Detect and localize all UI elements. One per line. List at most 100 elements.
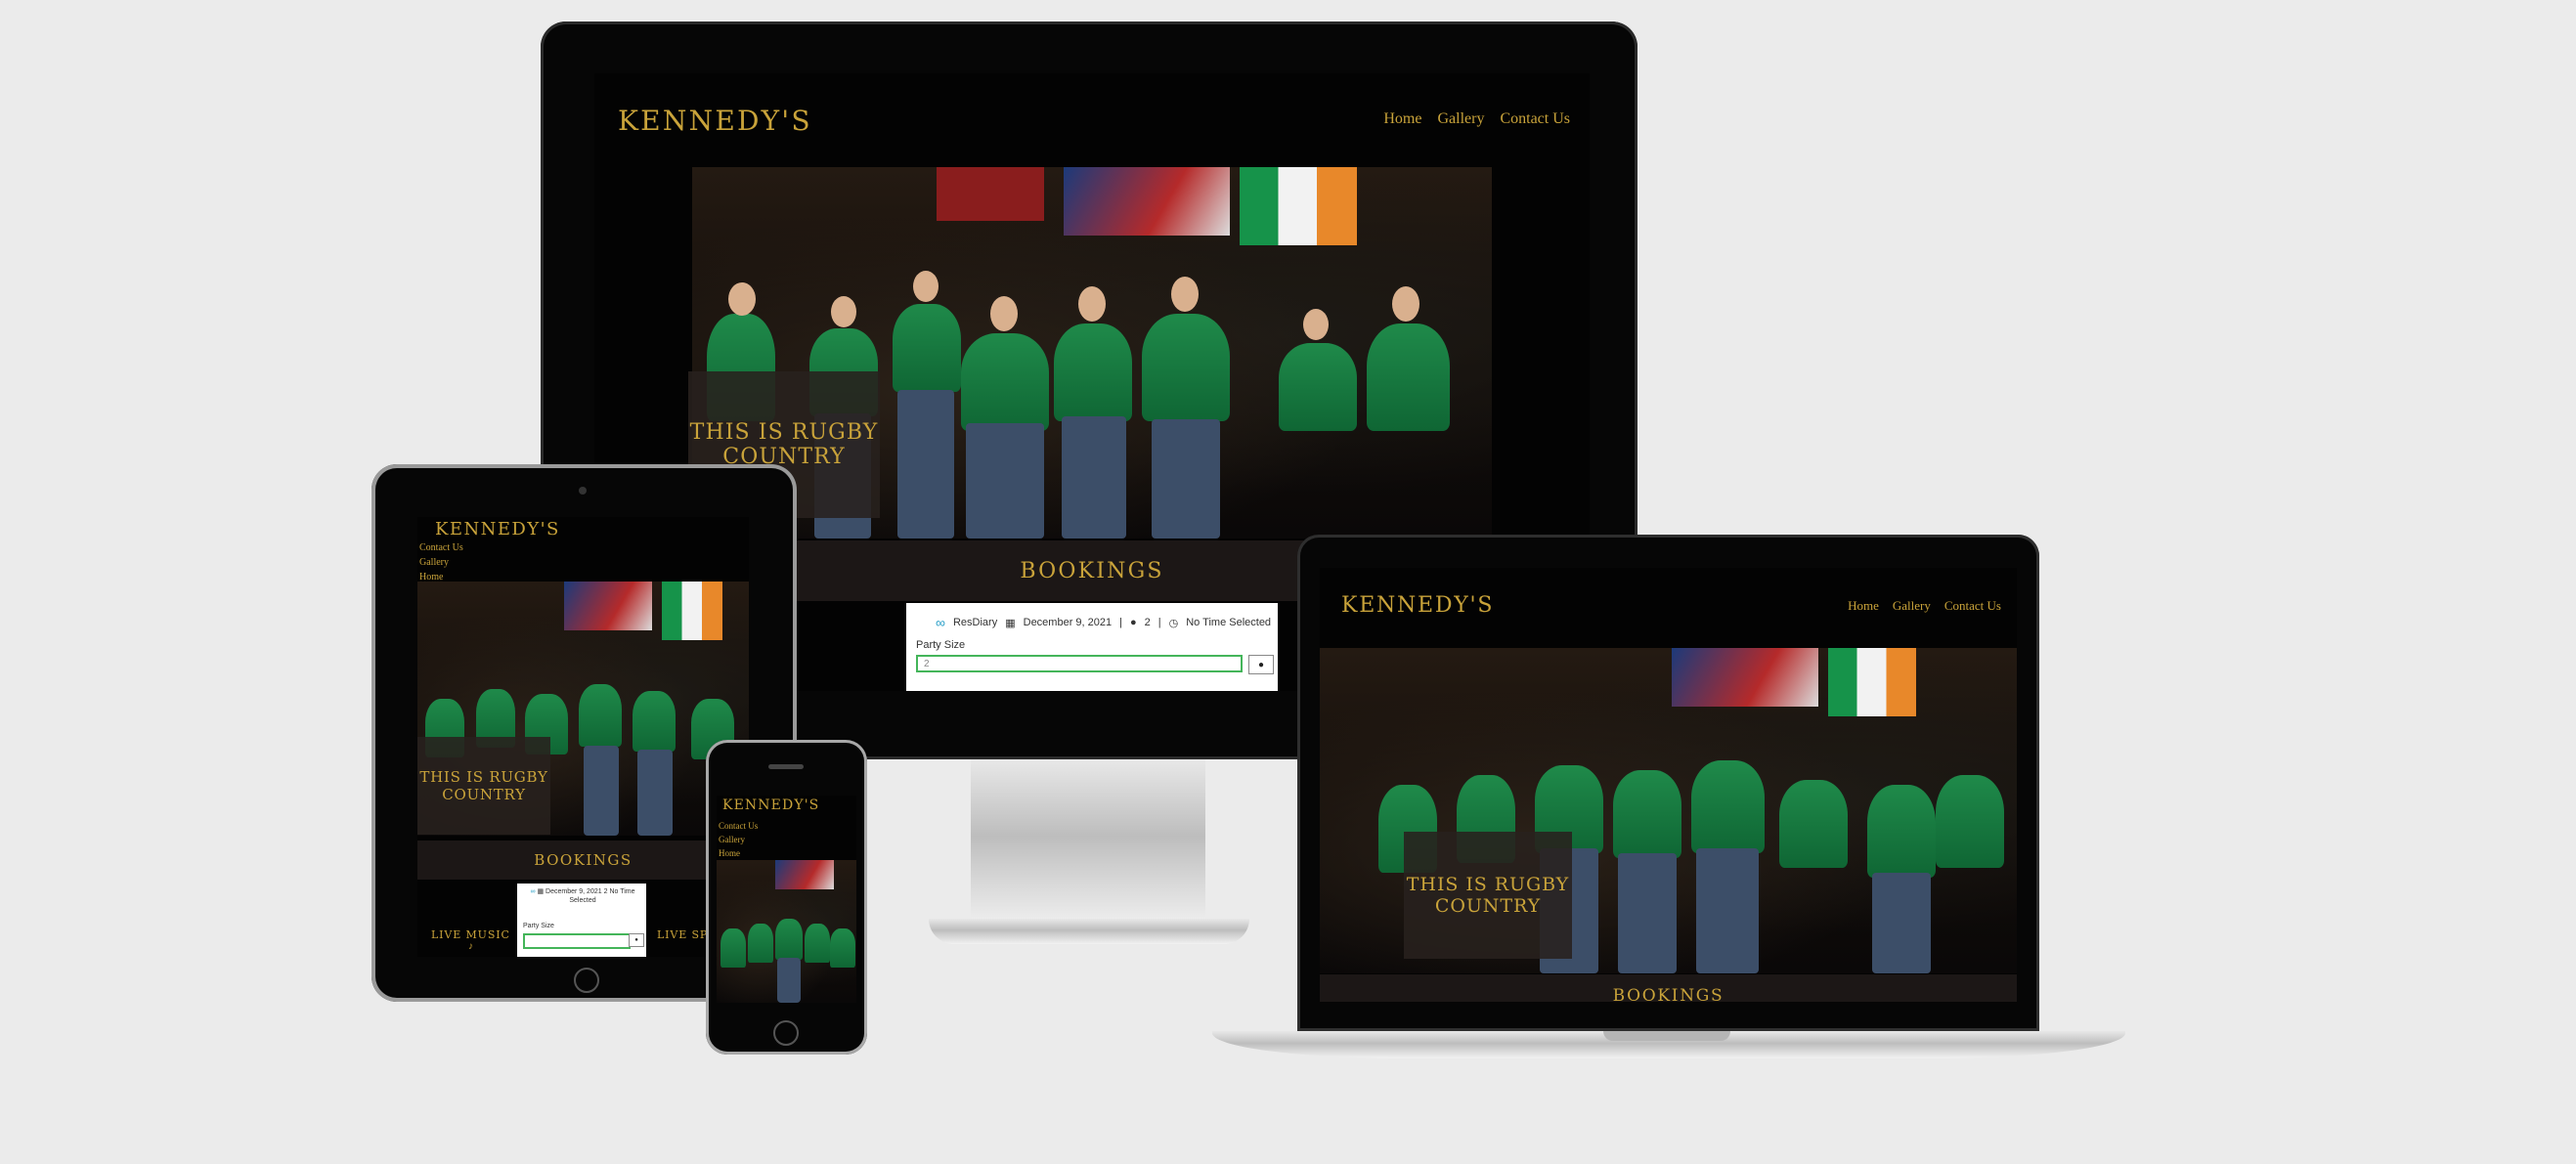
calendar-icon: ▦ [1005,617,1016,629]
player [1867,785,1936,878]
flag-banner [1064,167,1230,236]
hero-title-line1: THIS IS RUGBY [1406,874,1570,895]
laptop-nav: Home Gallery Contact Us [1848,598,2001,614]
jeans [966,423,1044,539]
laptop-screen: KENNEDY'S Home Gallery Contact Us THIS I… [1320,568,2017,1002]
player-head [728,282,756,316]
bookings-heading: BOOKINGS [1612,986,1725,1002]
laptop-notch [1603,1031,1730,1041]
jeans [897,390,954,539]
party-size-input[interactable]: 2 [916,655,1243,672]
music-note-icon: ♪ [468,941,473,952]
player [1936,775,2004,868]
flag-banner [1672,648,1818,707]
tablet-brand[interactable]: KENNEDY'S [435,519,560,539]
site-brand[interactable]: KENNEDY'S [618,105,812,137]
player [1367,323,1450,431]
hero-title-line1: THIS IS RUGBY [419,768,548,786]
nav-gallery[interactable]: Gallery [719,833,758,846]
live-sport-label: LIVE SP [657,928,709,941]
jeans [1696,848,1759,973]
player [893,304,961,392]
widget-party-count[interactable]: 2 [1145,617,1151,628]
jeans [777,958,801,1003]
widget-date[interactable]: December 9, 2021 [1024,617,1113,628]
player [1779,780,1848,868]
player-head [913,271,939,302]
widget-provider: ResDiary [952,617,998,628]
phone-home-button[interactable] [773,1020,799,1046]
booking-widget: ∞ ResDiary ▦ December 9, 2021 | ● 2 | ◷ … [906,603,1278,691]
nav-gallery[interactable]: Gallery [419,555,463,570]
main-nav: Home Gallery Contact Us [1383,110,1570,128]
flag-banner [775,860,834,889]
tablet-bookings-band: BOOKINGS [417,841,749,880]
nav-contact[interactable]: Contact Us [719,819,758,833]
widget-date[interactable]: December 9, 2021 [546,888,602,895]
player-head [1078,286,1106,322]
tablet-booking-widget: ∞ ▦ December 9, 2021 2 No Time Selected … [517,884,646,957]
widget-party-count[interactable]: 2 [604,888,608,895]
tablet-screen: KENNEDY'S Contact Us Gallery Home THIS I… [417,517,749,957]
player [1691,760,1765,853]
party-size-label: Party Size [523,923,554,929]
jeans [1152,419,1220,539]
party-size-button[interactable]: ● [629,933,644,947]
jeans [1872,873,1931,973]
player [830,928,855,968]
flag-red [937,167,1044,221]
tablet-home-button[interactable] [574,968,599,993]
bookings-heading: BOOKINGS [1020,558,1164,583]
party-size-input[interactable] [523,933,631,949]
laptop-brand[interactable]: KENNEDY'S [1341,593,1494,618]
nav-home[interactable]: Home [1383,110,1421,128]
hero-title-line2: COUNTRY [1434,895,1542,917]
nav-home[interactable]: Home [1848,598,1879,614]
party-size-button[interactable]: ● [1248,655,1274,674]
tablet-nav: Contact Us Gallery Home [419,540,463,584]
infinity-icon: ∞ [936,615,945,630]
jeans [1618,853,1677,973]
nav-home[interactable]: Home [719,846,758,860]
player [1279,343,1357,431]
player [775,919,803,960]
flag-banner [564,582,652,630]
clock-icon: ◷ [1168,617,1179,629]
nav-gallery[interactable]: Gallery [1893,598,1931,614]
hero-title-line2: COUNTRY [442,786,526,803]
player [961,333,1049,431]
tablet-camera [579,487,587,495]
player-head [1303,309,1329,340]
widget-summary: ∞ ResDiary ▦ December 9, 2021 | ● 2 | ◷ … [936,615,1272,630]
monitor-stand [971,759,1205,930]
flag-ireland [1240,167,1357,245]
person-icon: ● [634,937,638,943]
player [805,924,830,963]
infinity-icon: ∞ [530,888,536,895]
person-icon: ● [1257,659,1265,670]
nav-gallery[interactable]: Gallery [1437,110,1484,128]
player [633,691,676,752]
hero-title-line1: THIS IS RUGBY [689,420,879,445]
phone-hero-photo [717,860,856,1003]
nav-contact[interactable]: Contact Us [419,540,463,555]
person-icon: ● [1129,617,1137,628]
monitor-foot [929,919,1249,944]
nav-contact[interactable]: Contact Us [1500,110,1570,128]
player [1613,770,1681,858]
flag-ireland [1828,648,1916,716]
nav-contact[interactable]: Contact Us [1944,598,2001,614]
player-head [990,296,1018,331]
jeans [1062,416,1126,539]
bookings-heading: BOOKINGS [534,851,633,869]
phone-speaker [768,764,804,769]
jeans [584,746,619,836]
widget-time[interactable]: No Time Selected [1186,617,1271,628]
player [748,924,773,963]
player-head [1392,286,1419,322]
phone-brand[interactable]: KENNEDY'S [722,798,819,813]
player-head [1171,277,1199,312]
live-music-label: LIVE MUSIC [431,928,510,941]
phone-screen: KENNEDY'S Contact Us Gallery Home [717,796,856,1003]
party-size-label: Party Size [916,639,966,651]
